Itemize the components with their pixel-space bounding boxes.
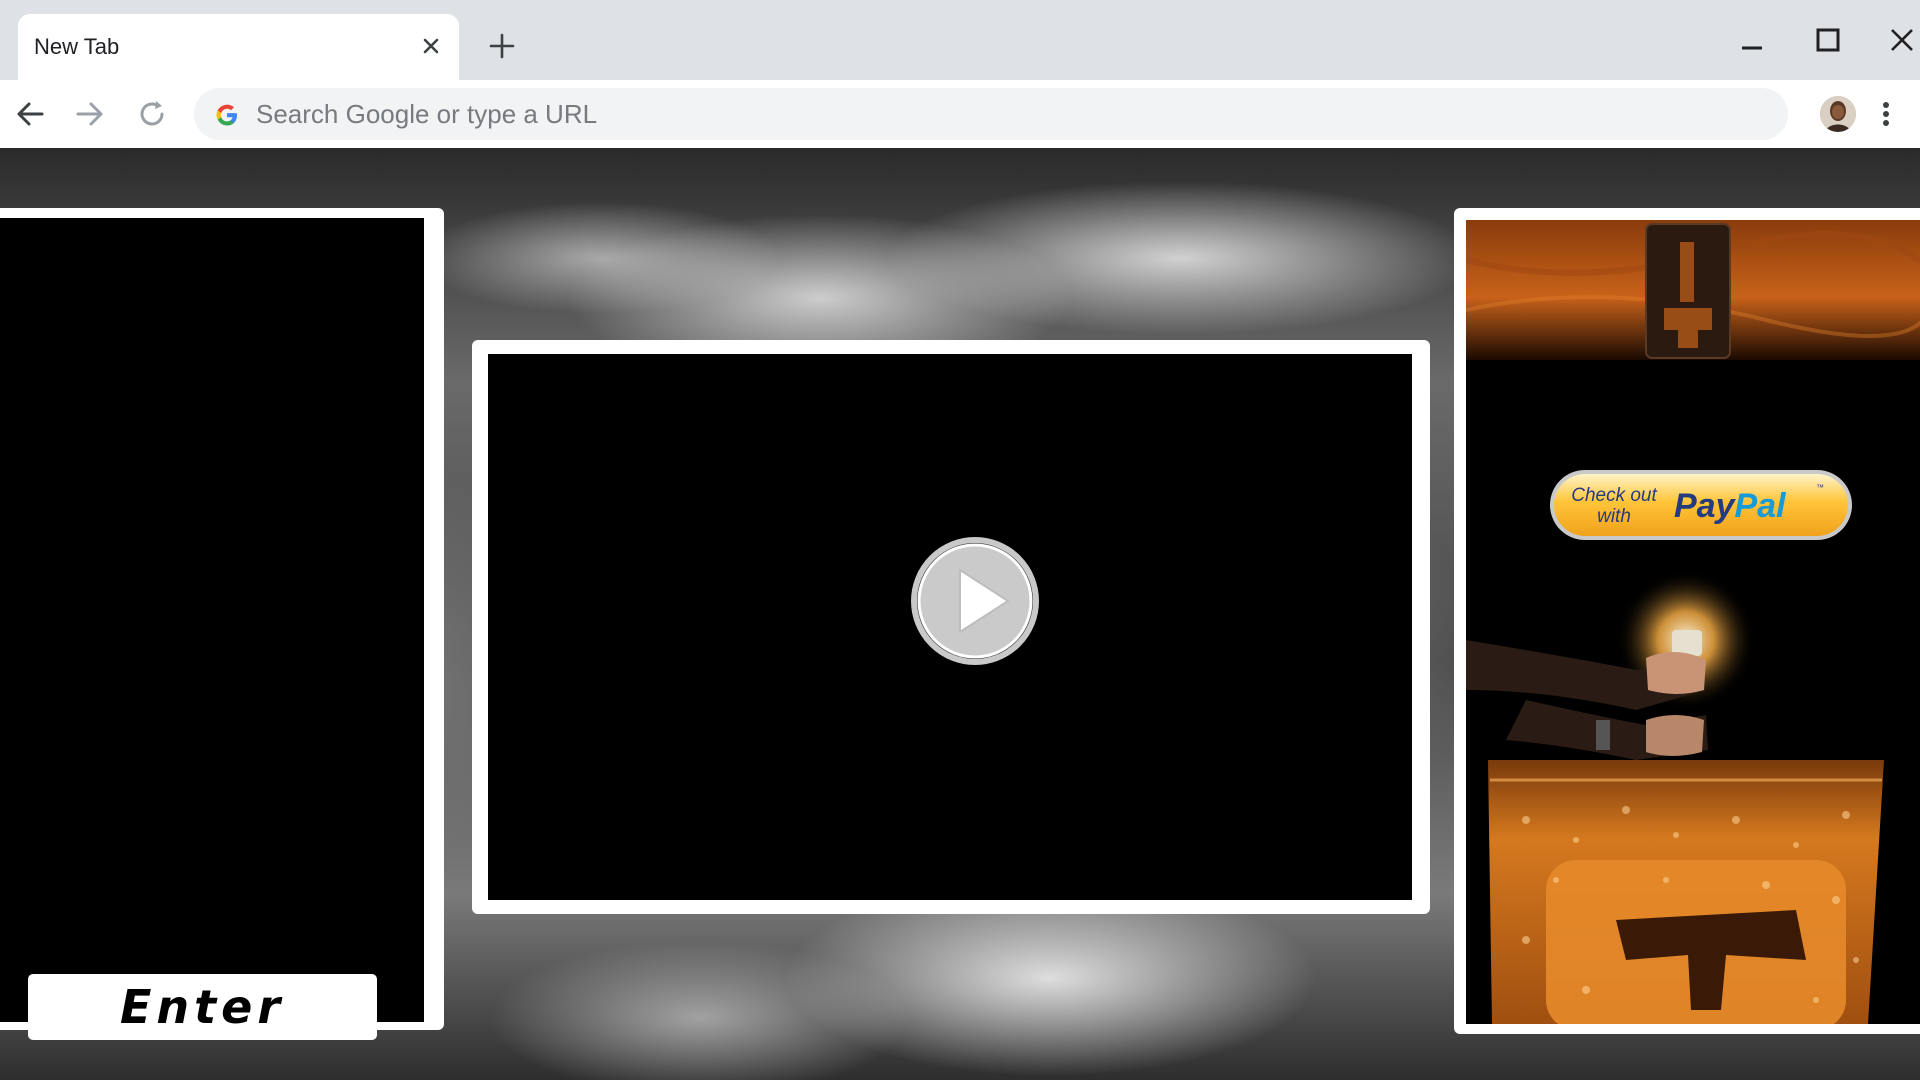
new-tab-plus-icon[interactable] [486, 30, 518, 62]
tab-strip: New Tab [0, 0, 1920, 80]
close-icon[interactable] [417, 32, 445, 60]
product-photo [1466, 220, 1920, 1024]
svg-text:with: with [1597, 506, 1631, 527]
play-icon[interactable] [910, 536, 1040, 666]
profile-avatar[interactable] [1820, 96, 1856, 132]
toolbar [0, 80, 1920, 148]
svg-text:™: ™ [1816, 483, 1824, 492]
tab-new-tab[interactable]: New Tab [18, 14, 459, 80]
omnibox-input[interactable] [256, 88, 1756, 140]
svg-text:Check out: Check out [1571, 485, 1657, 506]
right-panel: Check out with PayPal ™ [1454, 208, 1920, 1034]
left-panel: Enter [0, 208, 444, 1040]
reload-icon[interactable] [134, 96, 170, 132]
paypal-checkout-button[interactable]: Check out with PayPal ™ [1548, 468, 1854, 542]
omnibox[interactable] [194, 88, 1788, 140]
left-panel-content [0, 218, 424, 1022]
video-panel [472, 340, 1430, 914]
forward-arrow-icon[interactable] [72, 96, 108, 132]
paypal-logo-icon: Check out with PayPal ™ [1550, 470, 1852, 540]
svg-text:PayPal: PayPal [1674, 487, 1787, 525]
avatar-image [1820, 96, 1856, 132]
minimize-icon[interactable] [1732, 20, 1772, 60]
tab-title: New Tab [34, 34, 120, 59]
back-arrow-icon[interactable] [12, 96, 48, 132]
product-image: Check out with PayPal ™ [1466, 220, 1920, 1024]
enter-button[interactable]: Enter [28, 974, 377, 1040]
maximize-icon[interactable] [1808, 20, 1848, 60]
video-player[interactable] [488, 354, 1412, 900]
google-g-icon [216, 104, 237, 126]
window-close-icon[interactable] [1882, 20, 1920, 60]
page-viewport: Enter Check out with PayPal ™ [0, 148, 1920, 1080]
more-vert-icon[interactable] [1872, 96, 1900, 132]
